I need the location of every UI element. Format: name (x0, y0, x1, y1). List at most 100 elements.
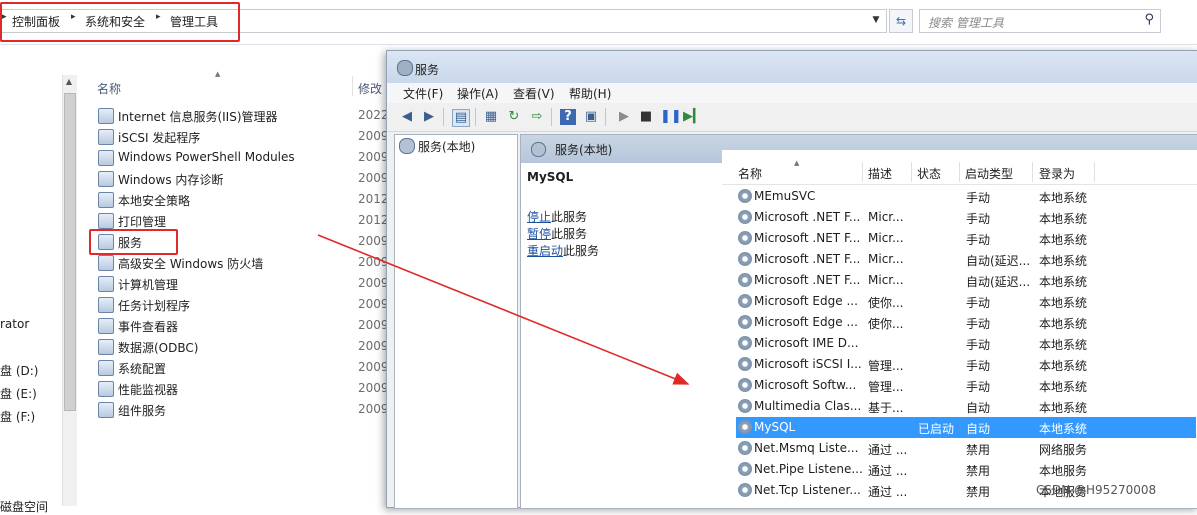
service-status: 已启动 (918, 422, 955, 436)
annotation-box-services (89, 229, 178, 255)
service-row[interactable]: Multimedia Clas... 基于... 自动 本地系统 (736, 396, 1196, 417)
service-description: 管理... (868, 359, 904, 373)
file-row[interactable]: 任务计划程序 2009 (96, 294, 389, 315)
file-row[interactable]: 系统配置 2009 (96, 357, 389, 378)
restart-service-action[interactable]: 重启动此服务 (527, 242, 599, 259)
service-row[interactable]: Microsoft Edge ... 使你... 手动 本地系统 (736, 312, 1196, 333)
service-row[interactable]: Net.Msmq Liste... 通过 ... 禁用 网络服务 (736, 438, 1196, 459)
search-icon[interactable]: ⚲ (1144, 12, 1154, 27)
column-logon-as[interactable]: 登录为 (1039, 165, 1075, 182)
service-row[interactable]: Microsoft .NET F... Micr... 自动(延迟... 本地系统 (736, 270, 1196, 291)
service-row[interactable]: Microsoft IME D... 手动 本地系统 (736, 333, 1196, 354)
column-modified[interactable]: 修改 (358, 80, 382, 97)
menu-help[interactable]: 帮助(H) (569, 85, 611, 102)
column-divider[interactable] (862, 162, 863, 182)
help-icon[interactable]: ? (560, 109, 576, 125)
nav-item[interactable]: 磁盘空间 (0, 498, 48, 515)
address-dropdown-icon[interactable]: ▼ (868, 9, 884, 31)
pause-icon[interactable]: ❚❚ (660, 109, 682, 125)
stop-link[interactable]: 停止 (527, 210, 551, 224)
forward-icon[interactable]: ▶ (421, 109, 437, 125)
nav-item-drive-e[interactable]: 盘 (E:) (0, 385, 37, 402)
service-logon-as: 本地系统 (1039, 422, 1088, 436)
selected-service-name: MySQL (527, 170, 574, 184)
restart-icon[interactable]: ▶▎ (683, 109, 703, 125)
column-name[interactable]: 名称 (97, 80, 121, 97)
menu-file[interactable]: 文件(F) (403, 85, 443, 102)
column-name[interactable]: 名称 (738, 165, 762, 182)
service-row[interactable]: MEmuSVC 手动 本地系统 (736, 186, 1196, 207)
file-modified: 2009 (358, 171, 389, 185)
service-row[interactable]: Microsoft .NET F... Micr... 自动(延迟... 本地系统 (736, 249, 1196, 270)
search-placeholder: 搜索 管理工具 (928, 16, 1004, 30)
services-gear-icon (399, 138, 415, 154)
restart-link[interactable]: 重启动 (527, 244, 563, 258)
service-row[interactable]: MySQL 已启动 自动 本地系统 (736, 417, 1196, 438)
service-row[interactable]: Microsoft iSCSI I... 管理... 手动 本地系统 (736, 354, 1196, 375)
start-icon[interactable]: ▶ (616, 109, 632, 125)
refresh-icon[interactable]: ⇆ (889, 9, 913, 33)
file-modified: 2009 (358, 402, 389, 416)
service-row[interactable]: Microsoft .NET F... Micr... 手动 本地系统 (736, 228, 1196, 249)
service-row[interactable]: Microsoft Softw... 管理... 手动 本地系统 (736, 375, 1196, 396)
service-gear-icon (738, 294, 752, 308)
file-name: 高级安全 Windows 防火墙 (118, 257, 264, 271)
pause-service-action[interactable]: 暂停此服务 (527, 225, 587, 242)
file-row[interactable]: 计算机管理 2009 (96, 273, 389, 294)
column-status[interactable]: 状态 (917, 165, 941, 182)
properties-icon[interactable]: ▦ (483, 109, 499, 125)
service-name: Multimedia Clas... (754, 399, 862, 413)
stop-service-action[interactable]: 停止此服务 (527, 208, 587, 225)
console-icon[interactable]: ▣ (583, 109, 599, 125)
file-modified: 2009 (358, 234, 389, 248)
toolbar: ◀ ▶ ▤ ▦ ↻ ⇨ ? ▣ ▶ ■ ❚❚ ▶▎ (387, 103, 1197, 132)
shortcut-icon (98, 339, 114, 355)
column-divider[interactable] (352, 76, 353, 96)
file-row[interactable]: 高级安全 Windows 防火墙 2009 (96, 252, 389, 273)
file-row[interactable]: 事件查看器 2009 (96, 315, 389, 336)
menu-action[interactable]: 操作(A) (457, 85, 499, 102)
service-logon-as: 本地系统 (1039, 401, 1088, 415)
file-row[interactable]: 打印管理 2012 (96, 210, 389, 231)
service-name: Microsoft Softw... (754, 378, 857, 392)
file-row[interactable]: 组件服务 2009 (96, 399, 389, 420)
file-modified: 2009 (358, 360, 389, 374)
services-titlebar[interactable]: 服务 (387, 51, 1197, 83)
back-icon[interactable]: ◀ (399, 109, 415, 125)
service-row[interactable]: Net.Pipe Listene... 通过 ... 禁用 本地服务 (736, 459, 1196, 480)
file-row[interactable]: iSCSI 发起程序 2009 (96, 126, 389, 147)
nav-item[interactable]: rator (0, 317, 29, 331)
column-divider[interactable] (1094, 162, 1095, 182)
scrollbar-thumb[interactable] (64, 93, 76, 411)
file-row[interactable]: 数据源(ODBC) 2009 (96, 336, 389, 357)
file-row[interactable]: Windows PowerShell Modules 2009 (96, 147, 389, 168)
show-tree-icon[interactable]: ▤ (452, 109, 470, 127)
export-icon[interactable]: ⇨ (529, 109, 545, 125)
search-input[interactable]: 搜索 管理工具 ⚲ (919, 9, 1161, 33)
service-row[interactable]: Microsoft .NET F... Micr... 手动 本地系统 (736, 207, 1196, 228)
file-row[interactable]: Internet 信息服务(IIS)管理器 2022 (96, 105, 389, 126)
column-divider[interactable] (911, 162, 912, 182)
menu-view[interactable]: 查看(V) (513, 85, 555, 102)
column-divider[interactable] (959, 162, 960, 182)
stop-icon[interactable]: ■ (638, 109, 654, 125)
file-list-header: 名称 修改 (80, 74, 390, 98)
scroll-up-icon[interactable]: ▲ (62, 75, 76, 89)
tree-item-services-local[interactable]: 服务(本地) (418, 138, 475, 155)
service-logon-as: 本地系统 (1039, 380, 1088, 394)
file-name: 组件服务 (118, 404, 167, 418)
nav-item-drive-f[interactable]: 盘 (F:) (0, 408, 35, 425)
column-description[interactable]: 描述 (868, 165, 892, 182)
service-name: Microsoft Edge ... (754, 315, 858, 329)
service-row[interactable]: Microsoft Edge ... 使你... 手动 本地系统 (736, 291, 1196, 312)
file-row[interactable]: 本地安全策略 2012 (96, 189, 389, 210)
column-divider[interactable] (1032, 162, 1033, 182)
pause-link[interactable]: 暂停 (527, 227, 551, 241)
services-gear-icon (531, 142, 546, 157)
file-row[interactable]: Windows 内存诊断 2009 (96, 168, 389, 189)
file-row[interactable]: 性能监视器 2009 (96, 378, 389, 399)
file-modified: 2009 (358, 150, 389, 164)
column-startup-type[interactable]: 启动类型 (965, 165, 1013, 182)
refresh-icon[interactable]: ↻ (506, 109, 522, 125)
nav-item-drive-d[interactable]: 盘 (D:) (0, 362, 38, 379)
